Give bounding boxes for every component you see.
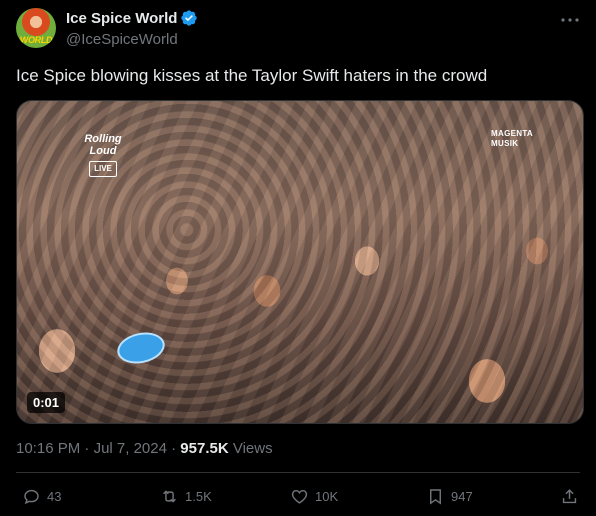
reply-icon	[24, 489, 39, 505]
reply-button[interactable]: 43	[22, 487, 61, 506]
reply-count: 43	[47, 489, 62, 504]
author-display-name[interactable]: Ice Spice World	[66, 10, 177, 27]
post-time[interactable]: 10:16 PM	[16, 440, 80, 457]
bookmark-count: 947	[451, 489, 473, 504]
share-button[interactable]	[560, 487, 585, 506]
like-count: 10K	[315, 489, 339, 504]
repost-icon	[163, 490, 176, 503]
heart-icon	[291, 490, 308, 504]
author-name-row: Ice Spice World	[66, 9, 198, 27]
magenta-musik-logo: MAGENTA MUSIK	[491, 129, 533, 149]
bookmark-button[interactable]: 947	[426, 487, 473, 506]
tweet-meta: 10:16 PM · Jul 7, 2024 · 957.5K Views	[16, 440, 273, 457]
like-button[interactable]: 10K	[290, 487, 338, 506]
video-player[interactable]: Rolling Loud LIVE MAGENTA MUSIK 0:01	[16, 100, 584, 424]
live-tag: LIVE	[89, 161, 117, 177]
author-handle[interactable]: @IceSpiceWorld	[66, 31, 178, 48]
meta-separator: ·	[84, 440, 90, 457]
divider	[16, 472, 580, 473]
avatar[interactable]: WORLD	[16, 8, 56, 48]
magenta-logo-line1: MAGENTA	[491, 129, 533, 138]
post-date[interactable]: Jul 7, 2024	[94, 440, 167, 457]
bookmark-icon	[430, 489, 441, 505]
repost-button[interactable]: 1.5K	[160, 487, 212, 506]
more-options-icon[interactable]	[558, 8, 582, 32]
repost-count: 1.5K	[185, 489, 212, 504]
tweet-text: Ice Spice blowing kisses at the Taylor S…	[16, 66, 488, 85]
rolling-loud-logo: Rolling Loud LIVE	[73, 133, 133, 177]
rolling-loud-logo-text: Rolling Loud	[84, 133, 122, 157]
video-timestamp: 0:01	[27, 392, 66, 413]
views-label: Views	[232, 440, 273, 457]
action-bar: 43 1.5K 10K 947	[0, 478, 596, 516]
views-count: 957.5K	[180, 440, 229, 457]
share-icon	[562, 489, 577, 504]
magenta-logo-line2: MUSIK	[491, 139, 519, 148]
verified-badge-icon	[181, 10, 198, 26]
meta-separator-2: ·	[171, 440, 177, 457]
avatar-logo-text: WORLD	[19, 35, 53, 45]
